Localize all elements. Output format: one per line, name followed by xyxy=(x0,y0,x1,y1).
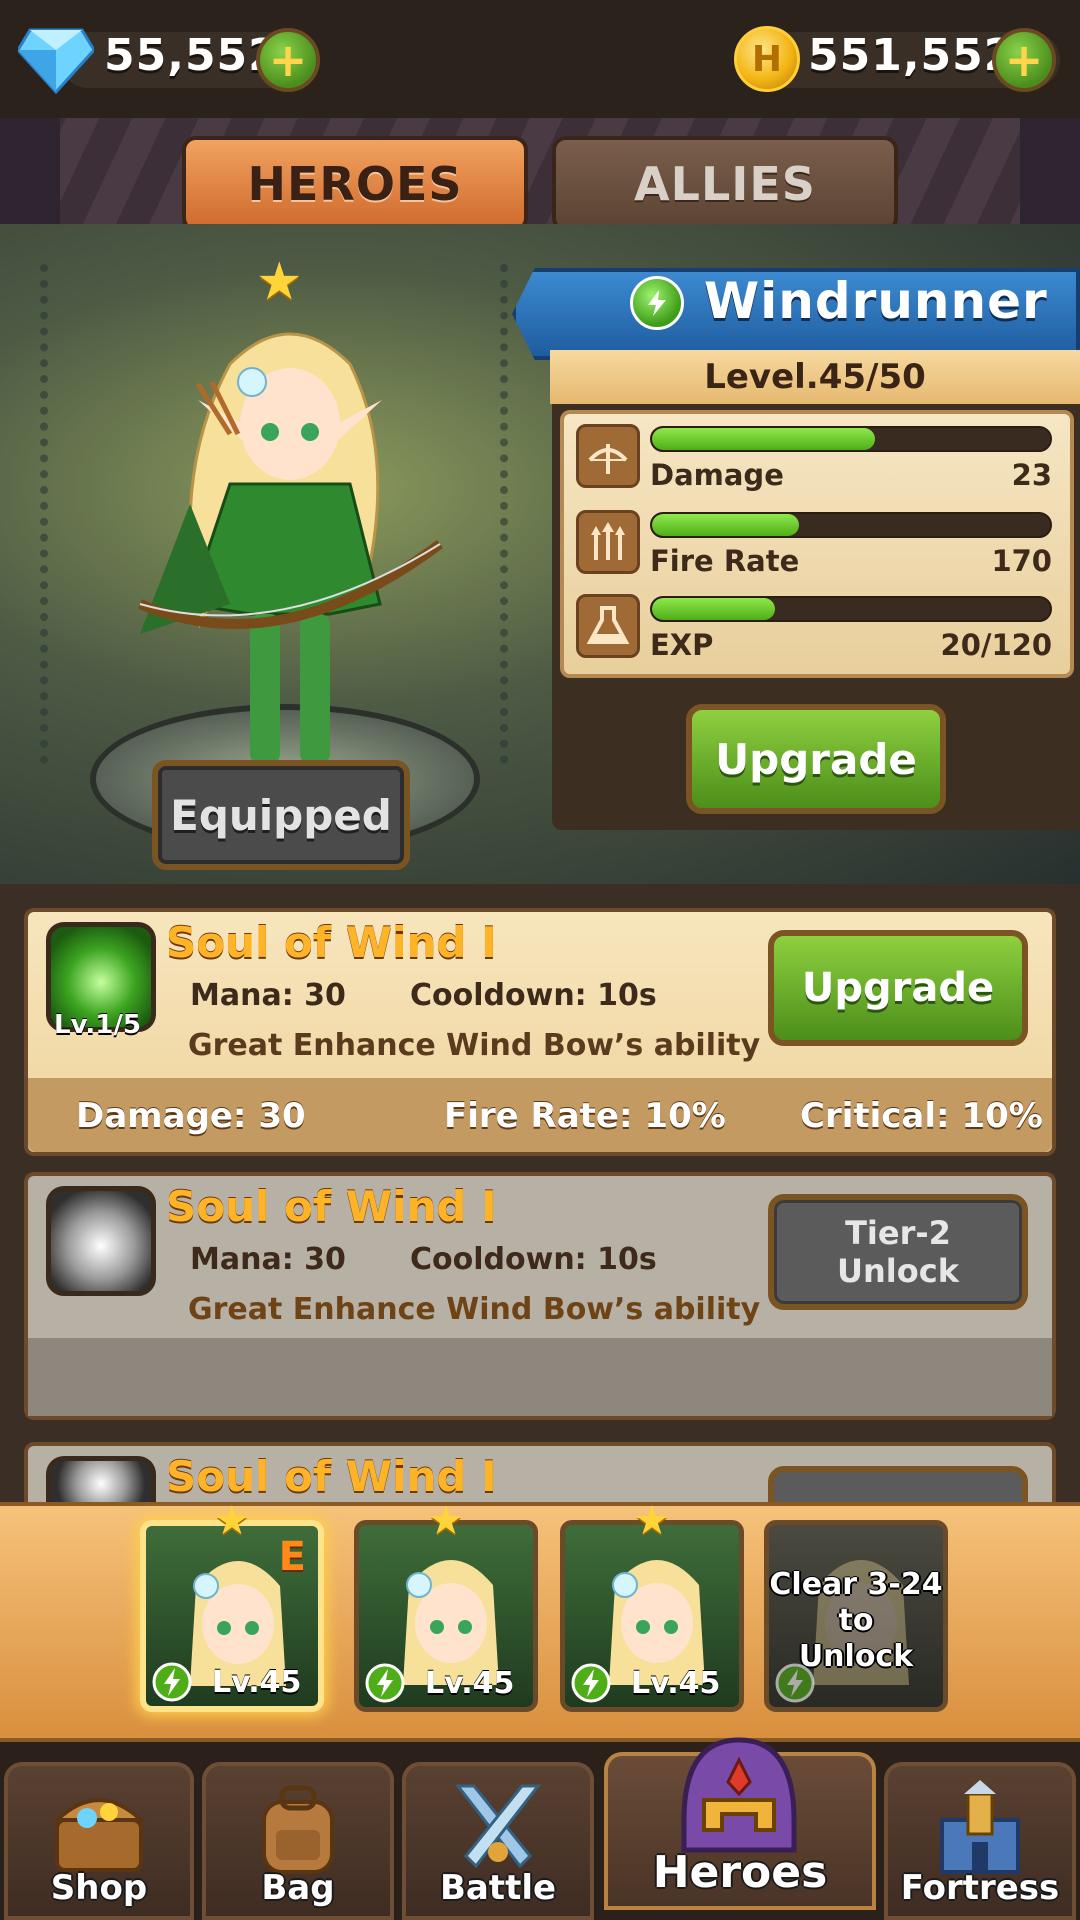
damage-bar-fill xyxy=(652,428,875,450)
coin-count: 551,552 xyxy=(808,30,1016,81)
star-icon: ★ xyxy=(428,1498,464,1544)
nav-label: Battle xyxy=(439,1868,557,1908)
skill-cooldown: Cooldown: 10s xyxy=(410,978,657,1013)
skill-stat-damage: Damage: 30 xyxy=(76,1096,306,1136)
skill-mana: Mana: 30 xyxy=(190,1242,346,1277)
roster-hero-locked[interactable]: Clear 3-24 to Unlock xyxy=(764,1520,948,1712)
exp-bar xyxy=(650,596,1052,622)
bow-icon xyxy=(576,424,640,488)
coin-icon: H xyxy=(734,26,800,92)
gem-count: 55,552 xyxy=(104,30,280,81)
tab-strip-ornament-left xyxy=(0,118,60,224)
star-icon: ★ xyxy=(634,1498,670,1544)
hero-portrait xyxy=(138,332,443,764)
wind-element-icon xyxy=(152,1662,192,1702)
exp-bar-fill xyxy=(652,598,776,620)
add-coins-button[interactable]: + xyxy=(992,28,1056,92)
skill-stat-critical: Critical: 10% xyxy=(800,1096,1043,1136)
nav-bag[interactable]: Bag xyxy=(202,1762,394,1920)
hero-star-icon: ★ xyxy=(256,252,303,312)
fire-rate-label: Fire Rate xyxy=(650,544,800,578)
unlock-line-1: Tier-2 xyxy=(845,1214,951,1252)
tab-strip-ornament-right xyxy=(1020,118,1080,224)
equipped-badge[interactable]: Equipped xyxy=(152,760,410,870)
stat-row-damage: Damage 23 xyxy=(576,420,1066,494)
treasure-chest-icon xyxy=(51,1798,147,1872)
unlock-requirement: Clear 3-24 to Unlock xyxy=(769,1567,943,1675)
hero-level: Level.45/50 xyxy=(550,350,1080,404)
stat-row-exp: EXP 20/120 xyxy=(576,590,1066,664)
skill-description: Great Enhance Wind Bow’s ability xyxy=(188,1292,761,1327)
nav-battle[interactable]: Battle xyxy=(402,1762,594,1920)
wind-skill-locked-icon xyxy=(46,1186,156,1296)
add-gems-button[interactable]: + xyxy=(256,28,320,92)
crossed-swords-icon xyxy=(454,1784,542,1869)
fire-rate-value: 170 xyxy=(991,544,1052,578)
wind-element-icon xyxy=(775,1663,815,1703)
unlock-requirement-line-1: Clear 3-24 xyxy=(769,1567,943,1602)
wind-element-icon xyxy=(571,1663,611,1703)
gem-icon xyxy=(18,28,94,94)
fire-rate-bar-fill xyxy=(652,514,800,536)
tab-heroes[interactable]: HEROES xyxy=(182,136,528,232)
nav-label: Bag xyxy=(261,1868,335,1908)
hero-level-label: Lv.45 xyxy=(212,1665,302,1700)
unlock-line-2: Unlock xyxy=(837,1252,959,1290)
nav-label: Fortress xyxy=(900,1868,1060,1908)
stat-row-fire-rate: Fire Rate 170 xyxy=(576,506,1066,580)
helmet-icon xyxy=(681,1737,797,1853)
skill-card-footer xyxy=(28,1338,1052,1416)
skill-title: Soul of Wind I xyxy=(166,918,497,967)
tier-2-unlock-button[interactable]: Tier-2 Unlock xyxy=(768,1194,1028,1310)
skill-mana: Mana: 30 xyxy=(190,978,346,1013)
skill-title: Soul of Wind I xyxy=(166,1182,497,1231)
triple-arrow-icon xyxy=(576,510,640,574)
nav-fortress[interactable]: Fortress xyxy=(884,1762,1076,1920)
nav-label: Shop xyxy=(50,1868,148,1908)
damage-label: Damage xyxy=(650,458,784,492)
currency-bar: 55,552 + H 551,552 + xyxy=(0,0,1080,118)
roster-hero-1[interactable]: E Lv.45 xyxy=(140,1520,324,1712)
damage-bar xyxy=(650,426,1052,452)
backpack-icon xyxy=(262,1785,334,1874)
skill-title: Soul of Wind I xyxy=(166,1452,497,1501)
wind-element-icon xyxy=(365,1663,405,1703)
equipped-marker: E xyxy=(278,1534,306,1580)
exp-label: EXP xyxy=(650,628,714,662)
hero-level-label: Lv.45 xyxy=(425,1666,515,1701)
hero-name: Windrunner xyxy=(704,272,1048,330)
wind-skill-locked-icon xyxy=(46,1456,156,1502)
tab-allies[interactable]: ALLIES xyxy=(552,136,898,232)
roster-hero-3[interactable]: Lv.45 xyxy=(560,1520,744,1712)
hero-upgrade-button[interactable]: Upgrade xyxy=(686,704,946,814)
skill-stat-fire-rate: Fire Rate: 10% xyxy=(444,1096,726,1136)
fortress-icon xyxy=(940,1780,1020,1874)
hero-level-label: Lv.45 xyxy=(631,1666,721,1701)
damage-value: 23 xyxy=(1011,458,1052,492)
star-icon: ★ xyxy=(214,1498,250,1544)
exp-value: 20/120 xyxy=(940,628,1052,662)
skill-description: Great Enhance Wind Bow’s ability xyxy=(188,1028,761,1063)
unlock-requirement-line-2: to xyxy=(838,1603,874,1638)
wind-element-icon xyxy=(630,276,684,330)
fire-rate-bar xyxy=(650,512,1052,538)
tab-strip xyxy=(0,118,1080,224)
flask-icon xyxy=(576,594,640,658)
nav-shop[interactable]: Shop xyxy=(4,1762,194,1920)
skill-cooldown: Cooldown: 10s xyxy=(410,1242,657,1277)
skill-upgrade-button[interactable]: Upgrade xyxy=(768,930,1028,1046)
skill-level: Lv.1/5 xyxy=(54,1010,141,1040)
roster-hero-2[interactable]: Lv.45 xyxy=(354,1520,538,1712)
